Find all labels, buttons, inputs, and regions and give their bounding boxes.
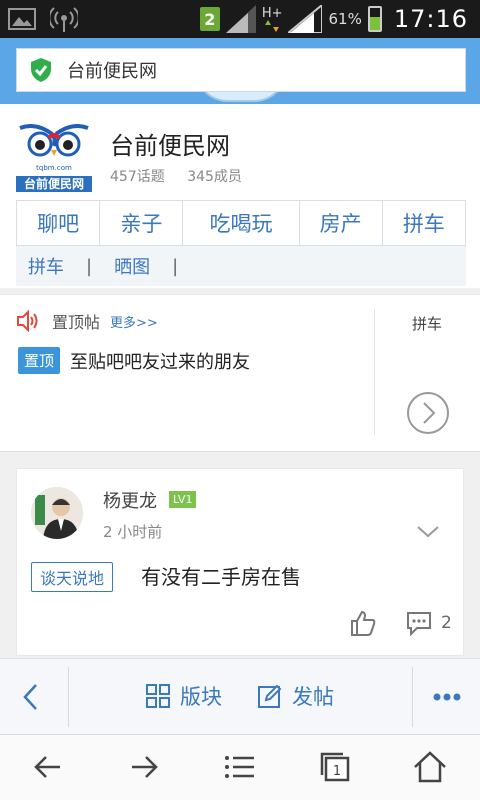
members-count: 345成员	[187, 169, 242, 185]
pinned-post-title[interactable]: 至贴吧吧友过来的朋友	[70, 348, 250, 374]
new-post-button[interactable]: 发帖	[258, 681, 334, 711]
home-icon[interactable]	[412, 749, 448, 785]
pinned-side-label[interactable]: 拼车	[412, 313, 442, 334]
comment-icon[interactable]	[405, 609, 433, 637]
sections-button[interactable]: 版块	[146, 681, 222, 711]
back-arrow-icon[interactable]	[30, 749, 66, 785]
sim-badge: 2	[199, 7, 220, 31]
forum-header: tqbm.com 台前便民网 台前便民网 457话题 345成员 聊吧 亲子 吃…	[0, 104, 480, 288]
separator: |	[86, 255, 93, 277]
category-chat[interactable]: 聊吧	[17, 201, 101, 245]
browser-nav-bar: 1	[0, 734, 480, 800]
divider	[374, 309, 375, 435]
menu-icon[interactable]	[222, 749, 258, 785]
chevron-left-icon[interactable]	[18, 681, 44, 713]
new-post-label: 发帖	[292, 685, 334, 709]
post-time: 2 小时前	[103, 523, 163, 541]
owl-logo-icon: tqbm.com	[19, 124, 89, 172]
svg-text:1: 1	[333, 764, 341, 779]
divider	[68, 667, 69, 727]
shield-check-icon	[31, 58, 51, 82]
forum-toolbar: 版块 发帖	[0, 658, 480, 734]
data-arrows-icon	[265, 19, 280, 32]
topics-count: 457话题	[110, 169, 165, 185]
battery-percent: 61%	[328, 10, 362, 28]
separator: |	[172, 255, 179, 277]
chevron-right-circle-icon[interactable]	[406, 391, 450, 435]
sub-category-photos[interactable]: 晒图	[114, 253, 150, 279]
sub-category-carpool[interactable]: 拼车	[28, 253, 64, 279]
thumbs-up-icon[interactable]	[349, 609, 377, 637]
pinned-more-link[interactable]: 更多>>	[110, 312, 158, 331]
avatar-image	[31, 487, 83, 539]
post-tag[interactable]: 谈天说地	[31, 562, 114, 592]
category-real-estate[interactable]: 房产	[300, 201, 383, 245]
signal-icon	[225, 5, 256, 33]
pinned-posts-section: 置顶帖 更多>> 置顶 至贴吧吧友过来的朋友 拼车	[0, 294, 480, 452]
wifi-tethering-icon	[50, 7, 78, 32]
network-type: H+	[261, 5, 283, 21]
comment-count: 2	[441, 613, 452, 633]
divider	[412, 667, 413, 727]
category-family[interactable]: 亲子	[100, 201, 184, 245]
status-bar: 2 H+ 61% 17:16	[0, 0, 480, 38]
pinned-title: 置顶帖	[52, 313, 101, 332]
forum-stats: 457话题 345成员	[110, 166, 260, 186]
forward-arrow-icon[interactable]	[126, 749, 162, 785]
more-options-icon[interactable]	[432, 687, 462, 707]
logo-text: 台前便民网	[16, 176, 92, 192]
chevron-down-icon[interactable]	[415, 521, 441, 541]
post-card[interactable]: 杨更龙 LV1 2 小时前 谈天说地 有没有二手房在售 2	[16, 468, 464, 656]
level-badge: LV1	[169, 491, 197, 508]
url-field[interactable]: 台前便民网	[16, 48, 466, 92]
forum-title: 台前便民网	[110, 132, 230, 160]
signal-icon	[288, 5, 323, 33]
sections-label: 版块	[180, 685, 222, 709]
speaker-icon	[17, 310, 38, 332]
clock: 17:16	[393, 5, 468, 33]
avatar[interactable]	[31, 487, 83, 539]
sub-category-bar: 拼车 | 晒图 |	[16, 246, 466, 286]
category-carpool[interactable]: 拼车	[383, 201, 465, 245]
category-food-fun[interactable]: 吃喝玩	[183, 201, 300, 245]
grid-icon	[146, 684, 170, 708]
url-text: 台前便民网	[67, 61, 157, 82]
post-title[interactable]: 有没有二手房在售	[141, 561, 301, 590]
pinned-tag: 置顶	[18, 347, 61, 374]
category-tabs: 聊吧 亲子 吃喝玩 房产 拼车	[16, 200, 466, 246]
svg-text:tqbm.com: tqbm.com	[36, 164, 72, 172]
tabs-icon[interactable]: 1	[318, 749, 354, 785]
pinned-post-item[interactable]: 置顶 至贴吧吧友过来的朋友	[18, 347, 250, 374]
battery-icon	[367, 6, 382, 32]
edit-icon	[258, 684, 282, 708]
image-icon	[8, 8, 36, 30]
forum-logo: tqbm.com 台前便民网	[16, 124, 92, 192]
author-name[interactable]: 杨更龙	[103, 487, 157, 513]
